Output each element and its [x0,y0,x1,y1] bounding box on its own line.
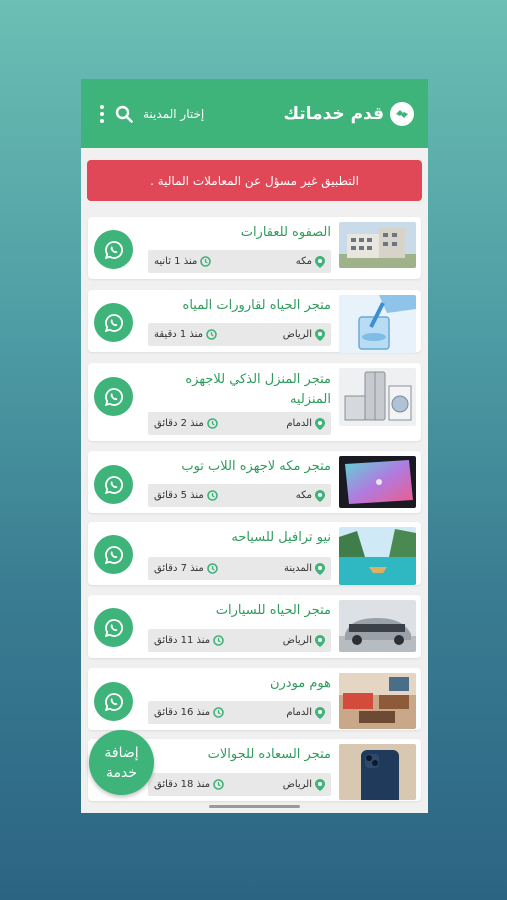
app-logo-icon [390,101,414,126]
city-select[interactable]: إختار المدينة [143,107,204,121]
listing-city: الدمام [286,707,312,718]
disclaimer-banner: التطبيق غير مسؤل عن المعاملات المالية . [87,160,422,201]
listing-card[interactable]: الصفوه للعقارات مكه منذ 1 ثانيه [88,217,421,279]
map-pin-icon [315,328,325,341]
add-service-label-2: خدمة [105,764,137,781]
listing-meta: الرياض منذ 11 دقائق [148,629,331,652]
listing-time: منذ 18 دقائق [154,779,211,790]
whatsapp-button[interactable] [94,303,133,342]
listing-title: متجر مكه لاجهزه اللاب توب [181,459,331,474]
listing-title: متجر الحياه لقارورات المياه [182,298,331,313]
listing-meta: الرياض منذ 1 دقيقة [148,323,331,346]
add-service-button[interactable]: إضافة خدمة [89,730,154,795]
app-screen: إختار المدينة قدم خدماتك التطبيق غير مسؤ… [81,79,428,813]
map-pin-icon [315,778,325,791]
listing-time: منذ 7 دقائق [154,563,204,574]
home-indicator [209,805,300,808]
search-icon[interactable] [115,105,133,123]
listing-thumbnail [339,527,416,585]
listing-thumbnail [339,456,416,508]
clock-icon [200,256,212,267]
listing-card[interactable]: متجر الحياه للسيارات الرياض منذ 11 دقائق [88,595,421,658]
listing-thumbnail [339,295,416,353]
listing-title: متجر المنزل الذكي للاجهزه المنزليه [185,372,331,407]
add-service-label-1: إضافة [104,744,139,761]
listing-card[interactable]: متجر مكه لاجهزه اللاب توب مكه منذ 5 دقائ… [88,451,421,513]
listing-city: الرياض [282,779,312,790]
listing-title: متجر الحياه للسيارات [215,603,331,618]
listing-meta: الدمام منذ 2 دقائق [148,412,331,435]
listing-time: منذ 16 دقائق [154,707,211,718]
map-pin-icon [315,255,325,268]
listing-city: الدمام [286,418,312,429]
whatsapp-icon [104,618,123,637]
listing-city: الرياض [282,635,312,646]
map-pin-icon [315,706,325,719]
clock-icon [206,563,218,574]
clock-icon [213,779,224,790]
listing-card[interactable]: هوم مودرن الدمام منذ 16 دقائق [88,668,421,730]
listing-thumbnail [339,673,416,729]
whatsapp-icon [104,545,123,564]
listing-thumbnail [339,744,416,800]
app-bar: إختار المدينة قدم خدماتك [81,79,428,148]
listing-meta: مكه منذ 1 ثانيه [148,250,331,273]
clock-icon [213,707,224,718]
listing-title: متجر السعاده للجوالات [207,747,331,762]
listing-thumbnail [339,222,416,268]
app-title: قدم خدماتك [283,103,384,124]
listing-meta: مكه منذ 5 دقائق [148,484,331,507]
whatsapp-icon [104,313,123,332]
listing-title: هوم مودرن [269,676,331,691]
map-pin-icon [315,417,325,430]
whatsapp-icon [104,692,123,711]
whatsapp-button[interactable] [94,535,133,574]
clock-icon [206,329,217,340]
listing-meta: الدمام منذ 16 دقائق [148,701,331,724]
kebab-menu-icon[interactable] [99,104,105,123]
clock-icon [213,635,224,646]
listing-time: منذ 1 ثانيه [154,256,198,267]
map-pin-icon [315,562,325,575]
listing-thumbnail [339,600,416,652]
whatsapp-button[interactable] [94,377,133,416]
listing-city: الرياض [282,329,312,340]
whatsapp-icon [104,475,123,494]
whatsapp-button[interactable] [94,608,133,647]
clock-icon [206,418,218,429]
listing-title: الصفوه للعقارات [240,225,331,240]
listing-time: منذ 11 دقائق [154,635,211,646]
listing-city: مكه [295,256,312,267]
listing-time: منذ 5 دقائق [154,490,204,501]
clock-icon [206,490,218,501]
map-pin-icon [315,489,325,502]
whatsapp-button[interactable] [94,230,133,269]
whatsapp-button[interactable] [94,465,133,504]
listing-city: المدينة [283,563,312,574]
listing-title: نيو ترافيل للسياحه [231,530,331,545]
listing-city: مكه [295,490,312,501]
listing-time: منذ 2 دقائق [154,418,204,429]
listing-card[interactable]: متجر الحياه لقارورات المياه الرياض منذ 1… [88,290,421,353]
listing-thumbnail [339,368,416,426]
map-pin-icon [315,634,325,647]
listing-meta: المدينة منذ 7 دقائق [148,557,331,580]
listing-meta: الرياض منذ 18 دقائق [148,773,331,796]
listing-time: منذ 1 دقيقة [154,329,204,340]
whatsapp-icon [104,387,123,406]
listing-card[interactable]: نيو ترافيل للسياحه المدينة منذ 7 دقائق [88,522,421,585]
whatsapp-button[interactable] [94,682,133,721]
listing-card[interactable]: متجر المنزل الذكي للاجهزه المنزليه الدما… [88,363,421,441]
whatsapp-icon [104,240,123,259]
